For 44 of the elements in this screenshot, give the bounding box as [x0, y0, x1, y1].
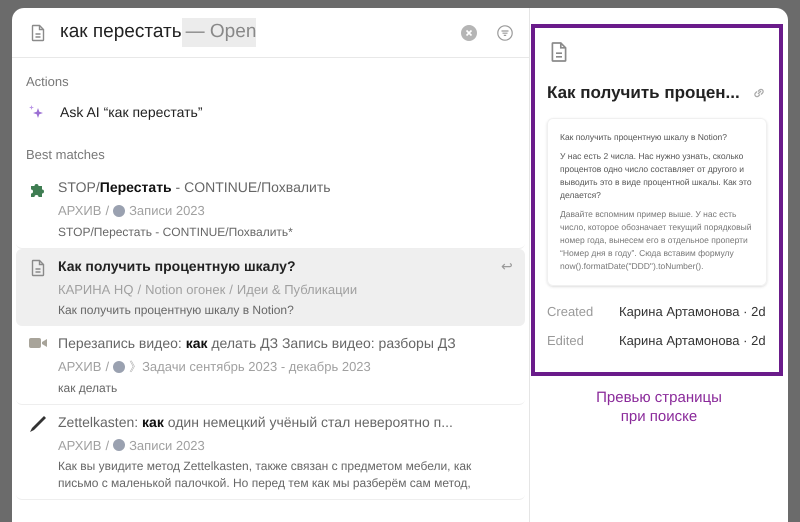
result-title: Zettelkasten: как один немецкий учёный стал невероятно п...: [58, 412, 454, 432]
breadcrumb-text: /: [105, 358, 110, 376]
result-snippet: Как вы увидите метод Zettelkasten, также связан с предметом мебели, как письмо с маленькой палочкой. Но перед тем как мы разберём сам метод,: [58, 458, 472, 492]
breadcrumb-text: КАРИНА HQ: [58, 280, 134, 298]
meta-label: Edited: [547, 332, 585, 350]
search-result[interactable]: Как получить процентную шкалу? КАРИНА HQ / Notion огонек / Идеи & Публикации Как получить процентную шкалу в Notion? ↩: [16, 248, 525, 326]
breadcrumb-text: /: [229, 280, 233, 298]
section-heading: Actions: [25, 73, 70, 91]
meta-value: Карина Артамонова · 2d: [619, 302, 766, 321]
ask-ai-action[interactable]: Ask AI “как перестать”: [60, 102, 203, 122]
breadcrumb-text: Идеи & Публикации: [236, 280, 358, 299]
preview-title: Как получить процен...: [547, 82, 740, 104]
result-title: Перезапись видео: как делать ДЗ Запись видео: разборы ДЗ: [58, 334, 457, 353]
breadcrumb-text: /: [105, 202, 110, 220]
breadcrumb-text: 》Задачи сентябрь 2023 - декабрь 2023: [129, 358, 371, 376]
breadcrumb-text: АРХИВ: [58, 358, 102, 376]
pen-icon: [28, 414, 48, 434]
filter-icon[interactable]: [497, 24, 513, 40]
result-snippet: STOP/Перестать - CONTINUE/Похвалить*: [58, 224, 294, 240]
enter-key-hint: ↩: [501, 256, 513, 276]
search-query[interactable]: как перестать: [60, 18, 182, 47]
breadcrumb-text: Записи 2023: [129, 436, 205, 454]
breadcrumb-text: АРХИВ: [58, 202, 102, 220]
breadcrumb-text: /: [105, 436, 110, 454]
breadcrumb-text: Записи 2023: [129, 202, 205, 220]
search-suggestion: — Open: [182, 18, 256, 47]
meta-label: Created: [547, 302, 594, 320]
result-title: Как получить процентную шкалу?: [58, 256, 297, 276]
section-heading: Best matches: [25, 146, 106, 164]
preview-paragraph: Как получить процентную шкалу в Notion?: [560, 130, 728, 144]
sparkle-icon: [28, 104, 44, 120]
video-camera-icon: [28, 335, 48, 351]
breadcrumb-text: Notion огонек: [145, 280, 226, 298]
preview-paragraph: Давайте вспомним пример выше. У нас есть число, которое обозначает текущий порядковый номер года, вынесем его в отдельное проперти “Номер дня в году”. Сюда вставим формулу now().formatDate("DDD").toNumber().: [560, 208, 752, 272]
caption-text: Превью страницы при поиске: [596, 388, 722, 426]
clear-icon[interactable]: [461, 24, 477, 40]
preview-paragraph: У нас есть 2 числа. Нас нужно узнать, сколько процентов одно число составляет от другого и выводить это в виде процентной шкалы. Как это делается?: [560, 150, 753, 202]
search-result[interactable]: Перезапись видео: как делать ДЗ Запись видео: разборы ДЗ АРХИВ / 》Задачи сентябрь 2023 - декабрь 2023 как делать: [16, 326, 525, 404]
breadcrumb-text: АРХИВ: [58, 436, 102, 454]
meta-value: Карина Артамонова · 2d: [619, 332, 766, 350]
breadcrumb-text: /: [137, 280, 142, 298]
result-title: STOP/Перестать - CONTINUE/Похвалить: [58, 178, 332, 197]
result-snippet: как делать: [58, 380, 118, 396]
result-snippet: Как получить процентную шкалу в Notion?: [58, 302, 295, 319]
